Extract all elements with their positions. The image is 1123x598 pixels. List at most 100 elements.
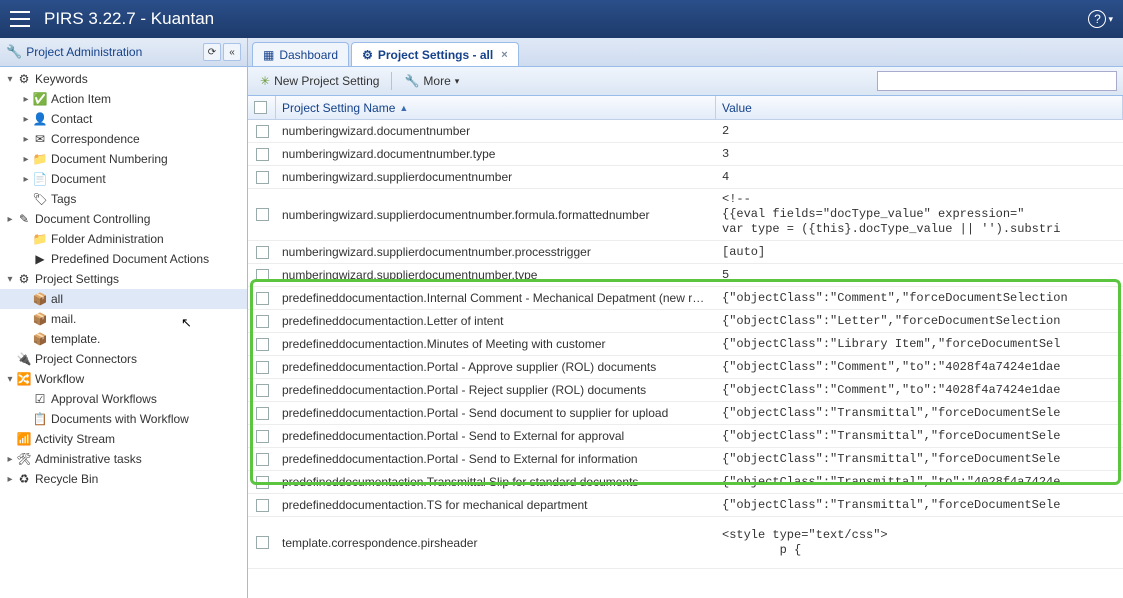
row-checkbox[interactable] — [256, 315, 269, 328]
toggle-icon[interactable]: ▾ — [4, 374, 16, 385]
tree-node-document-numbering[interactable]: ▸📁Document Numbering — [0, 149, 247, 169]
row-checkbox[interactable] — [256, 384, 269, 397]
row-checkbox[interactable] — [256, 453, 269, 466]
tree-node-documents-with-workflow[interactable]: 📋Documents with Workflow — [0, 409, 247, 429]
setting-value: {"objectClass":"Transmittal","forceDocum… — [716, 406, 1123, 420]
table-row[interactable]: predefineddocumentaction.Internal Commen… — [248, 287, 1123, 310]
setting-value: {"objectClass":"Comment","forceDocumentS… — [716, 291, 1123, 305]
titlebar: PIRS 3.22.7 - Kuantan ? ▾ — [0, 0, 1123, 38]
tree-node-project-settings[interactable]: ▾⚙Project Settings — [0, 269, 247, 289]
setting-value: <!-- {{eval fields="docType_value" expre… — [716, 192, 1123, 237]
row-checkbox[interactable] — [256, 361, 269, 374]
column-checkbox[interactable] — [248, 96, 276, 119]
setting-value: 2 — [716, 124, 1123, 138]
pencil-icon: ✎ — [16, 211, 32, 227]
tab-project-settings-all[interactable]: ⚙Project Settings - all× — [351, 42, 519, 66]
toggle-icon[interactable]: ▸ — [20, 94, 32, 105]
table-row[interactable]: numberingwizard.supplierdocumentnumber.t… — [248, 264, 1123, 287]
column-name[interactable]: Project Setting Name ▲ — [276, 96, 716, 119]
setting-name: predefineddocumentaction.Portal - Send t… — [276, 452, 716, 466]
sidebar-refresh-button[interactable]: ⟳ — [203, 43, 221, 61]
tree-node-workflow[interactable]: ▾🔀Workflow — [0, 369, 247, 389]
table-row[interactable]: numberingwizard.supplierdocumentnumber4 — [248, 166, 1123, 189]
tab-dashboard[interactable]: ▦Dashboard — [252, 42, 349, 66]
help-icon[interactable]: ? — [1088, 10, 1106, 28]
tree-node-folder-administration[interactable]: 📁Folder Administration — [0, 229, 247, 249]
table-row[interactable]: predefineddocumentaction.Letter of inten… — [248, 310, 1123, 333]
help-dropdown-icon[interactable]: ▾ — [1108, 14, 1113, 25]
tree-node-approval-workflows[interactable]: ☑Approval Workflows — [0, 389, 247, 409]
table-row[interactable]: predefineddocumentaction.Portal - Send t… — [248, 425, 1123, 448]
toggle-icon[interactable]: ▸ — [20, 134, 32, 145]
table-row[interactable]: numberingwizard.supplierdocumentnumber.p… — [248, 241, 1123, 264]
row-checkbox[interactable] — [256, 338, 269, 351]
doc-icon: 📄 — [32, 171, 48, 187]
row-checkbox[interactable] — [256, 246, 269, 259]
main-panel: ▦Dashboard⚙Project Settings - all× ✳ New… — [248, 38, 1123, 598]
toggle-icon[interactable]: ▸ — [4, 214, 16, 225]
close-icon[interactable]: × — [501, 49, 507, 61]
tree-node-predefined-document-actions[interactable]: ▶Predefined Document Actions — [0, 249, 247, 269]
toolbar: ✳ New Project Setting 🔧 More ▾ — [248, 67, 1123, 96]
setting-value: {"objectClass":"Comment","to":"4028f4a74… — [716, 383, 1123, 397]
new-project-setting-button[interactable]: ✳ New Project Setting — [254, 72, 385, 90]
row-checkbox[interactable] — [256, 208, 269, 221]
column-value[interactable]: Value — [716, 96, 1123, 119]
tree-node-all[interactable]: 📦all — [0, 289, 247, 309]
menu-icon[interactable] — [10, 11, 30, 27]
setting-name: predefineddocumentaction.Transmittal Sli… — [276, 475, 716, 489]
toggle-icon[interactable]: ▾ — [4, 274, 16, 285]
tree-label: Action Item — [51, 92, 111, 106]
sidebar-collapse-button[interactable]: « — [223, 43, 241, 61]
row-checkbox[interactable] — [256, 125, 269, 138]
table-row[interactable]: template.correspondence.pirsheader<style… — [248, 517, 1123, 569]
row-checkbox[interactable] — [256, 430, 269, 443]
row-checkbox[interactable] — [256, 269, 269, 282]
row-checkbox[interactable] — [256, 148, 269, 161]
row-checkbox[interactable] — [256, 476, 269, 489]
toggle-icon[interactable]: ▸ — [4, 454, 16, 465]
row-checkbox[interactable] — [256, 536, 269, 549]
setting-name: numberingwizard.supplierdocumentnumber.p… — [276, 245, 716, 259]
tree-node-mail-[interactable]: 📦mail. — [0, 309, 247, 329]
row-checkbox[interactable] — [256, 292, 269, 305]
toggle-icon[interactable]: ▸ — [4, 474, 16, 485]
tree-node-activity-stream[interactable]: 📶Activity Stream — [0, 429, 247, 449]
tree-node-contact[interactable]: ▸👤Contact — [0, 109, 247, 129]
grid-header: Project Setting Name ▲ Value — [248, 96, 1123, 120]
tree-node-keywords[interactable]: ▾⚙Keywords — [0, 69, 247, 89]
tree-node-project-connectors[interactable]: 🔌Project Connectors — [0, 349, 247, 369]
table-row[interactable]: predefineddocumentaction.Portal - Approv… — [248, 356, 1123, 379]
more-button[interactable]: 🔧 More ▾ — [398, 72, 465, 90]
table-row[interactable]: predefineddocumentaction.Portal - Send t… — [248, 448, 1123, 471]
search-input[interactable] — [877, 71, 1117, 91]
toggle-icon[interactable]: ▸ — [20, 154, 32, 165]
tree-node-administrative-tasks[interactable]: ▸🛠Administrative tasks — [0, 449, 247, 469]
tree-node-template-[interactable]: 📦template. — [0, 329, 247, 349]
row-checkbox[interactable] — [256, 171, 269, 184]
table-row[interactable]: predefineddocumentaction.Portal - Send d… — [248, 402, 1123, 425]
tree-label: mail. — [51, 312, 76, 326]
row-checkbox[interactable] — [256, 407, 269, 420]
table-row[interactable]: predefineddocumentaction.Portal - Reject… — [248, 379, 1123, 402]
tree-node-tags[interactable]: 🏷Tags — [0, 189, 247, 209]
table-row[interactable]: numberingwizard.supplierdocumentnumber.f… — [248, 189, 1123, 241]
toggle-icon[interactable]: ▸ — [20, 114, 32, 125]
tree-node-recycle-bin[interactable]: ▸♻Recycle Bin — [0, 469, 247, 489]
table-row[interactable]: predefineddocumentaction.Transmittal Sli… — [248, 471, 1123, 494]
toggle-icon[interactable]: ▸ — [20, 174, 32, 185]
box-icon: 📦 — [32, 291, 48, 307]
row-checkbox[interactable] — [256, 499, 269, 512]
table-row[interactable]: numberingwizard.documentnumber.type3 — [248, 143, 1123, 166]
setting-value: {"objectClass":"Library Item","forceDocu… — [716, 337, 1123, 351]
gear-icon: ⚙ — [16, 271, 32, 287]
table-row[interactable]: predefineddocumentaction.Minutes of Meet… — [248, 333, 1123, 356]
tree-node-document-controlling[interactable]: ▸✎Document Controlling — [0, 209, 247, 229]
table-row[interactable]: numberingwizard.documentnumber2 — [248, 120, 1123, 143]
table-row[interactable]: predefineddocumentaction.TS for mechanic… — [248, 494, 1123, 517]
toggle-icon[interactable]: ▾ — [4, 74, 16, 85]
tree-node-action-item[interactable]: ▸✅Action Item — [0, 89, 247, 109]
tree-node-correspondence[interactable]: ▸✉Correspondence — [0, 129, 247, 149]
tree-node-document[interactable]: ▸📄Document — [0, 169, 247, 189]
setting-name: template.correspondence.pirsheader — [276, 536, 716, 550]
